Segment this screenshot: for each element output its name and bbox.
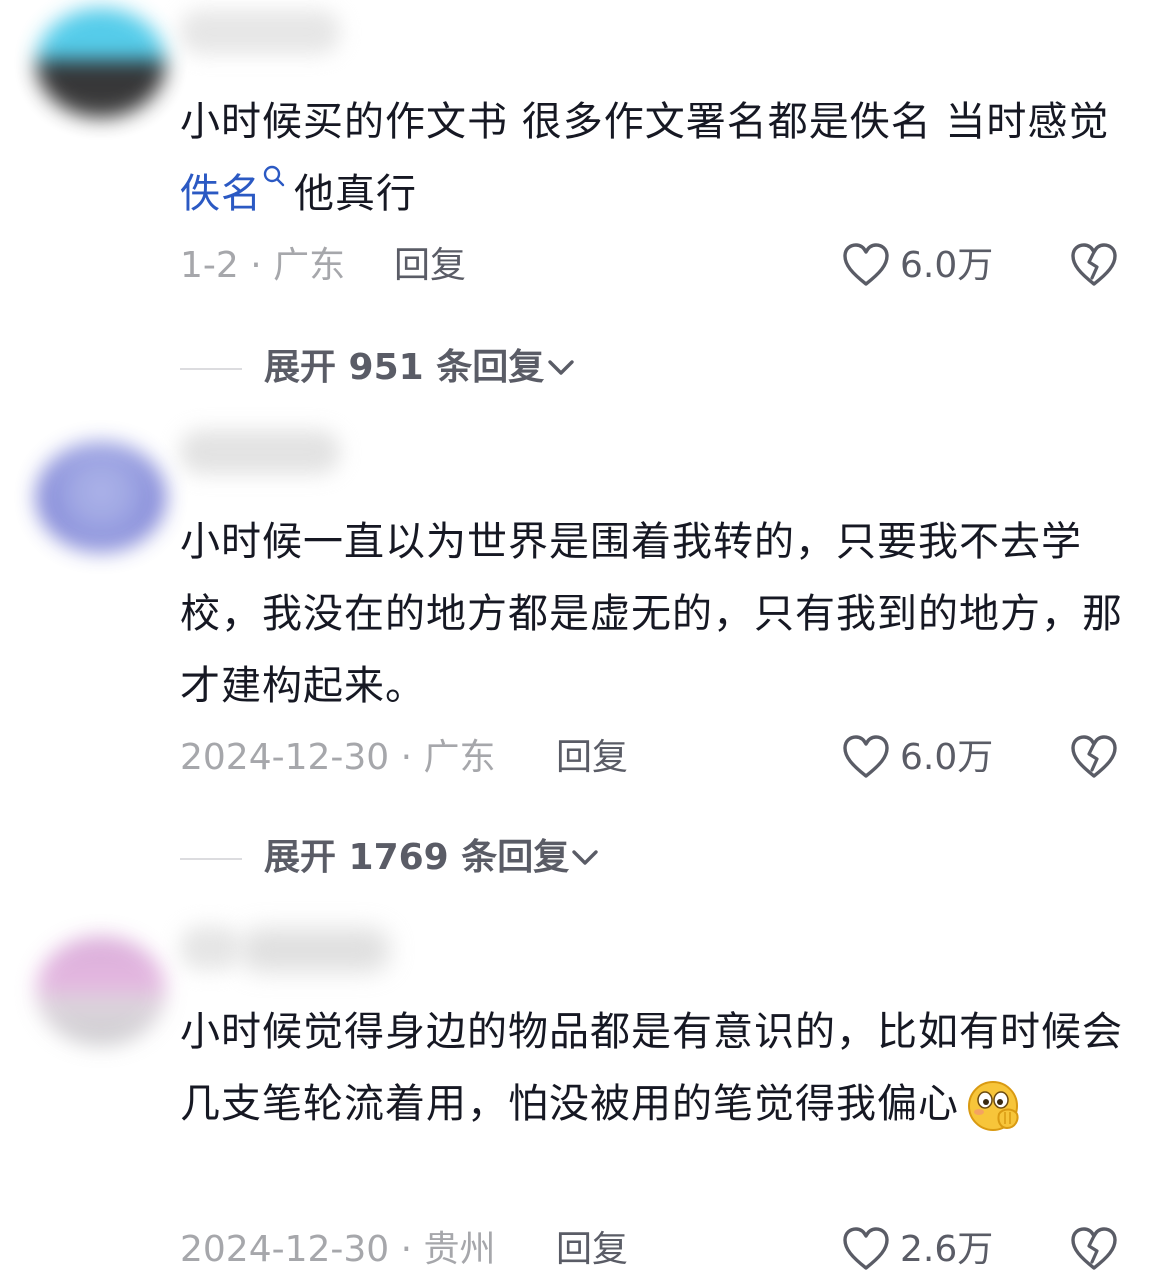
avatar[interactable] (36, 936, 166, 1046)
broken-heart-icon[interactable] (1070, 734, 1118, 780)
username-redacted[interactable] (180, 926, 240, 970)
expand-replies-button[interactable]: 展开 1769 条回复 (180, 828, 620, 888)
keyword-text: 佚名 (180, 171, 262, 217)
comment-meta: 2024-12-30 · 贵州 回复 2.6万 (180, 1220, 1130, 1280)
expand-replies-button[interactable]: 展开 951 条回复 (180, 338, 600, 398)
heart-icon (843, 243, 889, 286)
avatar[interactable] (36, 8, 166, 118)
comment-date-location: 2024-12-30 · 贵州 (180, 1229, 496, 1270)
avatar[interactable] (36, 442, 166, 552)
broken-heart-icon[interactable] (1070, 242, 1118, 288)
like-count: 2.6万 (900, 1229, 994, 1270)
broken-heart-icon[interactable] (1070, 1226, 1118, 1272)
username-redacted[interactable] (180, 10, 340, 54)
reply-button[interactable]: 回复 (556, 1220, 628, 1280)
comment-date-location: 2024-12-30 · 广东 (180, 737, 496, 778)
divider-line (180, 858, 242, 860)
reply-button[interactable]: 回复 (394, 236, 466, 296)
reply-button[interactable]: 回复 (556, 728, 628, 788)
comment-text: 小时候觉得身边的物品都是有意识的，比如有时候会几支笔轮流着用，怕没被用的笔觉得我… (180, 996, 1125, 1140)
like-count: 6.0万 (900, 737, 994, 778)
comment-text: 小时候买的作文书 很多作文署名都是佚名 当时感觉佚名 他真行 (180, 86, 1125, 230)
expand-replies-label: 展开 1769 条回复 (264, 837, 570, 878)
comment-text-part: 小时候买的作文书 很多作文署名都是佚名 当时感觉 (180, 99, 1110, 145)
comment-meta: 2024-12-30 · 广东 回复 6.0万 (180, 728, 1130, 788)
heart-icon (843, 735, 889, 778)
chevron-down-icon (572, 850, 598, 865)
divider-line (180, 368, 242, 370)
comment-text-part: 他真行 (294, 171, 417, 217)
smiling-face-with-hand-over-mouth-icon (968, 1081, 1019, 1131)
search-icon (263, 165, 285, 187)
keyword-search-link[interactable]: 佚名 (180, 165, 294, 217)
comment-date-location: 1-2 · 广东 (180, 245, 346, 286)
comment-text: 小时候一直以为世界是围着我转的，只要我不去学校，我没在的地方都是虚无的，只有我到… (180, 519, 1123, 709)
expand-replies-label: 展开 951 条回复 (264, 347, 545, 388)
heart-icon (843, 1227, 889, 1270)
comment-meta: 1-2 · 广东 回复 6.0万 (180, 236, 1130, 296)
username-redacted[interactable] (180, 430, 340, 474)
like-count: 6.0万 (900, 245, 994, 286)
username-redacted[interactable] (240, 928, 390, 972)
comment-list: 小时候买的作文书 很多作文署名都是佚名 当时感觉佚名 他真行 1-2 · 广东 回… (0, 0, 1170, 1281)
chevron-down-icon (548, 360, 574, 375)
